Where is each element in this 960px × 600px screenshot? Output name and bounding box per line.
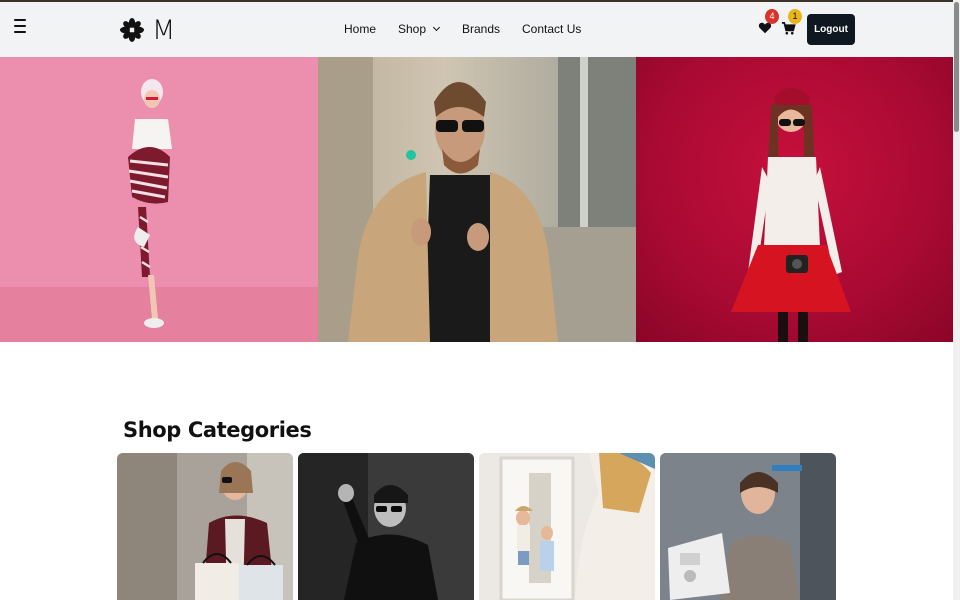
brand-logo[interactable]: M xyxy=(120,14,175,46)
category-card-woman-sewing[interactable] xyxy=(660,453,836,600)
category-card-woman-shopping[interactable] xyxy=(117,453,293,600)
category-card-man-bw[interactable] xyxy=(298,453,474,600)
scrollbar-thumb[interactable] xyxy=(954,2,959,132)
chevron-down-icon xyxy=(432,23,441,32)
category-image-man-bw xyxy=(298,453,474,600)
logo-letter: M xyxy=(152,14,175,46)
hero-image-woman-pink xyxy=(0,57,318,342)
category-image-woman-sewing xyxy=(660,453,836,600)
nav-brands[interactable]: Brands xyxy=(462,22,500,36)
category-card-woman-mirror[interactable] xyxy=(479,453,655,600)
nav-contact-us[interactable]: Contact Us xyxy=(522,22,581,36)
hero-banner xyxy=(0,57,953,342)
logout-button[interactable]: Logout xyxy=(807,14,855,45)
wishlist-button[interactable]: 4 xyxy=(758,9,779,37)
hamburger-icon[interactable] xyxy=(14,19,26,33)
wishlist-count-badge: 4 xyxy=(765,9,779,24)
flower-logo-icon xyxy=(120,18,144,42)
category-grid xyxy=(117,453,837,600)
cart-button[interactable]: 1 xyxy=(781,9,802,37)
cart-count-badge: 1 xyxy=(788,9,802,24)
nav-home[interactable]: Home xyxy=(344,22,376,36)
category-image-woman-shopping xyxy=(117,453,293,600)
category-image-woman-mirror xyxy=(479,453,655,600)
section-title-shop-categories: Shop Categories xyxy=(123,418,312,442)
nav-shop[interactable]: Shop xyxy=(398,22,441,36)
navbar: M Home Shop Brands Contact Us 4 1 Logout xyxy=(0,2,953,57)
hero-image-woman-red xyxy=(636,57,953,342)
hero-image-man-coat xyxy=(318,57,636,342)
nav-shop-label: Shop xyxy=(398,22,427,36)
page-scrollbar[interactable] xyxy=(953,0,960,600)
